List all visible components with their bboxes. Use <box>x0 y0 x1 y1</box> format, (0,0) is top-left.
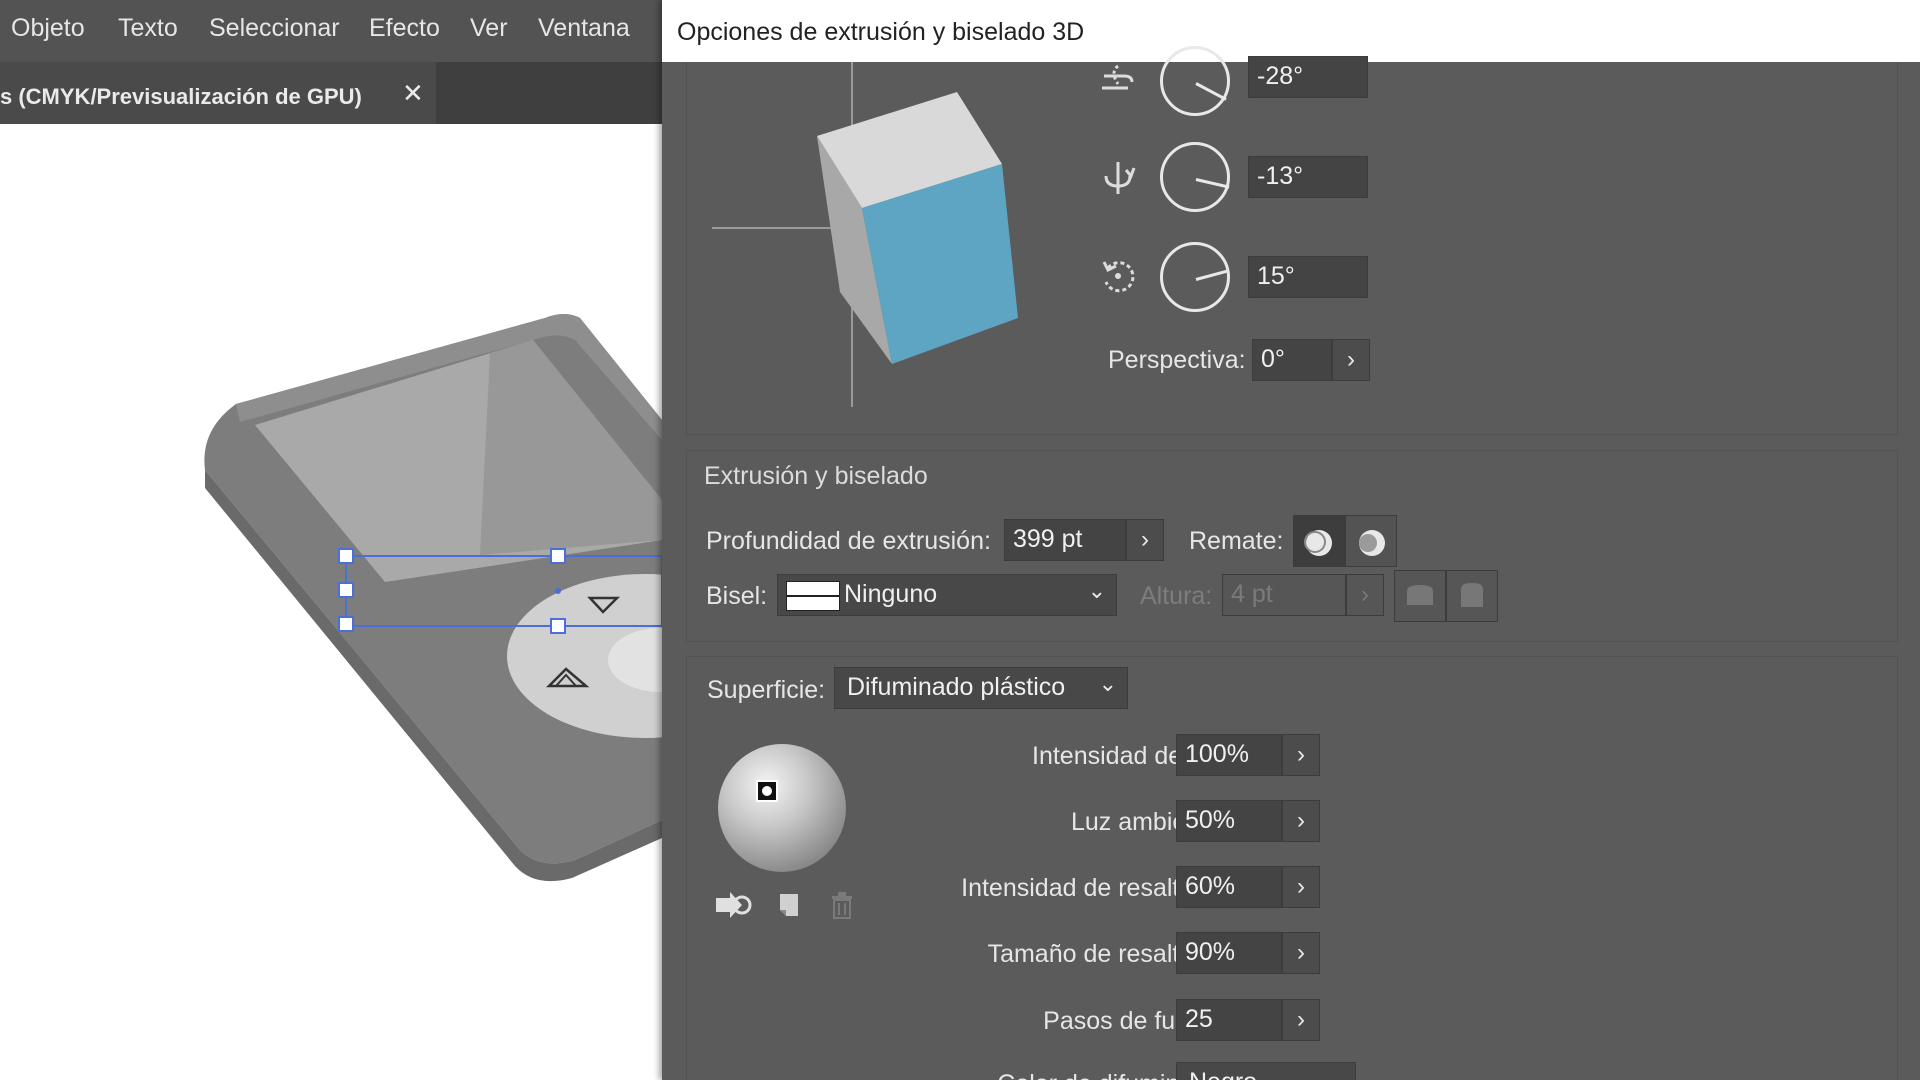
extrude-depth-label: Profundidad de extrusión: <box>706 527 991 555</box>
blend-steps-label: Pasos de fusión: <box>1043 1007 1228 1035</box>
surface-dropdown[interactable]: Difuminado plástico ⌄ <box>834 667 1128 709</box>
bevel-height-field: 4 pt <box>1222 574 1346 616</box>
ipod-artwork[interactable] <box>0 124 662 1080</box>
menu-objeto[interactable]: Objeto <box>11 14 85 43</box>
chevron-down-icon: ⌄ <box>1098 671 1117 696</box>
bevel-in-icon <box>1461 583 1483 607</box>
highlight-intensity-field[interactable]: 60% <box>1176 866 1282 908</box>
cap-on-button[interactable] <box>1293 515 1345 567</box>
extrude-depth-field[interactable]: 399 pt <box>1004 519 1126 561</box>
menu-bar: Objeto Texto Seleccionar Efecto Ver Vent… <box>0 0 662 62</box>
y-rotation-field[interactable]: -13° <box>1248 156 1368 198</box>
x-rotation-field[interactable]: -28° <box>1248 56 1368 98</box>
z-rotation-field[interactable]: 15° <box>1248 256 1368 298</box>
perspective-label: Perspectiva: <box>1108 346 1246 374</box>
highlight-size-label: Tamaño de resaltado: <box>987 940 1228 968</box>
blend-steps-field[interactable]: 25 <box>1176 999 1282 1041</box>
rotation-cube-track[interactable] <box>712 62 1042 412</box>
artboard-canvas[interactable] <box>0 124 662 1080</box>
x-axis-rotation-icon <box>1102 64 1134 90</box>
bevel-out-icon <box>1407 585 1433 605</box>
surface-label: Superficie: <box>707 676 826 704</box>
x-rotation-dial[interactable] <box>1160 46 1230 116</box>
perspective-field[interactable]: 0° <box>1252 339 1332 381</box>
cap-label: Remate: <box>1189 527 1284 555</box>
shading-color-value: Negro <box>1189 1068 1257 1080</box>
y-rotation-dial[interactable] <box>1160 142 1230 212</box>
ambient-light-field[interactable]: 50% <box>1176 800 1282 842</box>
menu-seleccionar[interactable]: Seleccionar <box>209 14 340 43</box>
light-intensity-stepper[interactable]: › <box>1282 734 1320 776</box>
perspective-stepper[interactable]: › <box>1332 339 1370 381</box>
highlight-intensity-stepper[interactable]: › <box>1282 866 1320 908</box>
bevel-height-stepper: › <box>1346 574 1384 616</box>
shading-color-dropdown[interactable]: Negro <box>1176 1062 1356 1080</box>
highlight-intensity-label: Intensidad de resaltado: <box>961 874 1228 902</box>
bevel-value: Ninguno <box>844 580 938 608</box>
bevel-label: Bisel: <box>706 582 768 610</box>
menu-efecto[interactable]: Efecto <box>369 14 440 43</box>
3d-options-dialog: Opciones de extrusión y biselado 3D -28°… <box>662 0 1920 1080</box>
shading-color-label: Color de difuminado: <box>722 1070 1228 1080</box>
light-intensity-label: Intensidad de luz: <box>1032 742 1228 770</box>
y-axis-rotation-icon <box>1104 162 1136 194</box>
dialog-titlebar[interactable]: Opciones de extrusión y biselado 3D <box>662 0 1920 62</box>
bevel-preview-swatch <box>786 581 840 611</box>
extrude-section-title: Extrusión y biselado <box>704 462 928 490</box>
surface-value: Difuminado plástico <box>847 673 1066 701</box>
bevel-out-button <box>1394 570 1446 622</box>
cap-off-button[interactable] <box>1345 515 1397 567</box>
extrude-depth-stepper[interactable]: › <box>1126 519 1164 561</box>
close-icon[interactable]: ✕ <box>402 78 424 109</box>
chevron-down-icon: ⌄ <box>1087 578 1106 603</box>
z-rotation-dial[interactable] <box>1160 242 1230 312</box>
light-intensity-field[interactable]: 100% <box>1176 734 1282 776</box>
document-tab-label: s (CMYK/Previsualización de GPU) <box>0 84 362 109</box>
light-handle[interactable] <box>756 780 778 802</box>
document-tab[interactable]: s (CMYK/Previsualización de GPU) ✕ <box>0 62 436 124</box>
blend-steps-stepper[interactable]: › <box>1282 999 1320 1041</box>
highlight-size-stepper[interactable]: › <box>1282 932 1320 974</box>
highlight-size-field[interactable]: 90% <box>1176 932 1282 974</box>
menu-texto[interactable]: Texto <box>118 14 178 43</box>
menu-ventana[interactable]: Ventana <box>538 14 630 43</box>
document-tab-strip: s (CMYK/Previsualización de GPU) ✕ <box>0 62 662 124</box>
ambient-light-label: Luz ambiente: <box>1070 808 1228 836</box>
bevel-in-button <box>1446 570 1498 622</box>
z-axis-rotation-icon <box>1102 261 1135 293</box>
cap-off-icon <box>1359 530 1385 556</box>
bevel-dropdown[interactable]: Ninguno ⌄ <box>777 574 1117 616</box>
bevel-height-label: Altura: <box>1140 582 1213 610</box>
menu-ver[interactable]: Ver <box>470 14 508 43</box>
cap-on-icon <box>1304 530 1332 556</box>
dialog-title: Opciones de extrusión y biselado 3D <box>677 18 1085 46</box>
ambient-light-stepper[interactable]: › <box>1282 800 1320 842</box>
